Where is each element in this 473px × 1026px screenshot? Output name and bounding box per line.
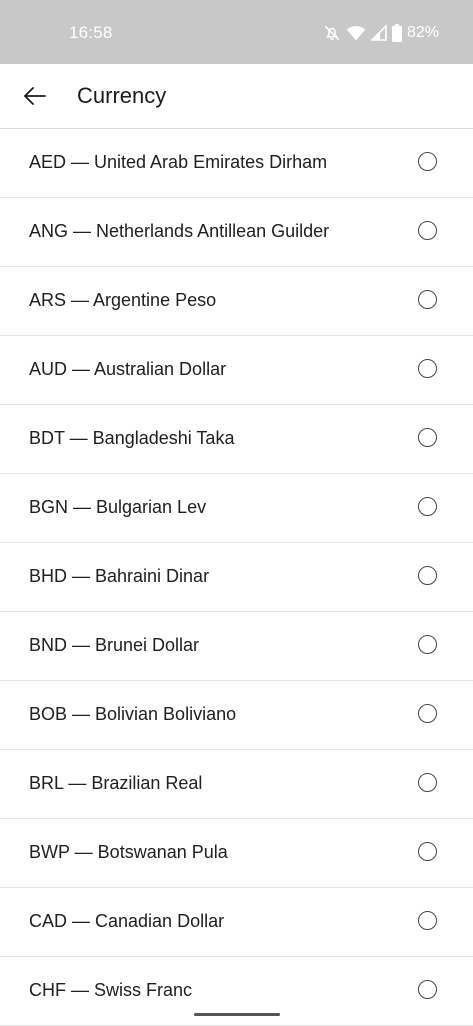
radio-button[interactable]	[418, 359, 437, 378]
currency-list: AED — United Arab Emirates Dirham ANG — …	[0, 129, 473, 1026]
currency-label: BND — Brunei Dollar	[29, 635, 200, 655]
signal-icon	[370, 25, 387, 41]
app-bar: Currency	[0, 64, 473, 129]
currency-option[interactable]: AUD — Australian Dollar	[0, 336, 473, 405]
currency-option[interactable]: BND — Brunei Dollar	[0, 612, 473, 681]
radio-button[interactable]	[418, 566, 437, 585]
currency-label: CAD — Canadian Dollar	[29, 911, 225, 931]
radio-button[interactable]	[418, 221, 437, 240]
status-time: 16:58	[69, 23, 113, 42]
currency-option[interactable]: ARS — Argentine Peso	[0, 267, 473, 336]
currency-option[interactable]: ANG — Netherlands Antillean Guilder	[0, 198, 473, 267]
currency-label: AED — United Arab Emirates Dirham	[29, 152, 328, 172]
radio-button[interactable]	[418, 497, 437, 516]
page-title: Currency	[77, 83, 167, 108]
radio-button[interactable]	[418, 842, 437, 861]
currency-label: ARS — Argentine Peso	[29, 290, 217, 310]
currency-label: AUD — Australian Dollar	[29, 359, 227, 379]
radio-button[interactable]	[418, 428, 437, 447]
back-button[interactable]	[14, 75, 56, 117]
currency-label: CHF — Swiss Franc	[29, 980, 193, 1000]
currency-option[interactable]: BDT — Bangladeshi Taka	[0, 405, 473, 474]
currency-label: BGN — Bulgarian Lev	[29, 497, 207, 517]
battery-icon	[391, 24, 402, 42]
currency-option[interactable]: BRL — Brazilian Real	[0, 750, 473, 819]
currency-label: ANG — Netherlands Antillean Guilder	[29, 221, 330, 241]
radio-button[interactable]	[418, 290, 437, 309]
currency-option[interactable]: CAD — Canadian Dollar	[0, 888, 473, 957]
notifications-muted-icon	[323, 24, 341, 42]
currency-option[interactable]: BWP — Botswanan Pula	[0, 819, 473, 888]
radio-button[interactable]	[418, 635, 437, 654]
arrow-left-icon	[24, 87, 46, 105]
currency-label: BDT — Bangladeshi Taka	[29, 428, 235, 448]
radio-button[interactable]	[418, 911, 437, 930]
radio-button[interactable]	[418, 980, 437, 999]
currency-option[interactable]: BGN — Bulgarian Lev	[0, 474, 473, 543]
currency-option[interactable]: BOB — Bolivian Boliviano	[0, 681, 473, 750]
gesture-navigation-handle[interactable]	[194, 1013, 280, 1016]
currency-label: BOB — Bolivian Boliviano	[29, 704, 237, 724]
wifi-icon	[346, 24, 366, 42]
currency-option[interactable]: BHD — Bahraini Dinar	[0, 543, 473, 612]
currency-option[interactable]: AED — United Arab Emirates Dirham	[0, 129, 473, 198]
currency-label: BRL — Brazilian Real	[29, 773, 203, 793]
currency-label: BHD — Bahraini Dinar	[29, 566, 210, 586]
radio-button[interactable]	[418, 152, 437, 171]
battery-percent: 82%	[406, 24, 439, 41]
currency-label: BWP — Botswanan Pula	[29, 842, 228, 862]
radio-button[interactable]	[418, 773, 437, 792]
status-icons: 82%	[323, 22, 439, 44]
status-bar: 16:58 82%	[0, 0, 473, 64]
radio-button[interactable]	[418, 704, 437, 723]
